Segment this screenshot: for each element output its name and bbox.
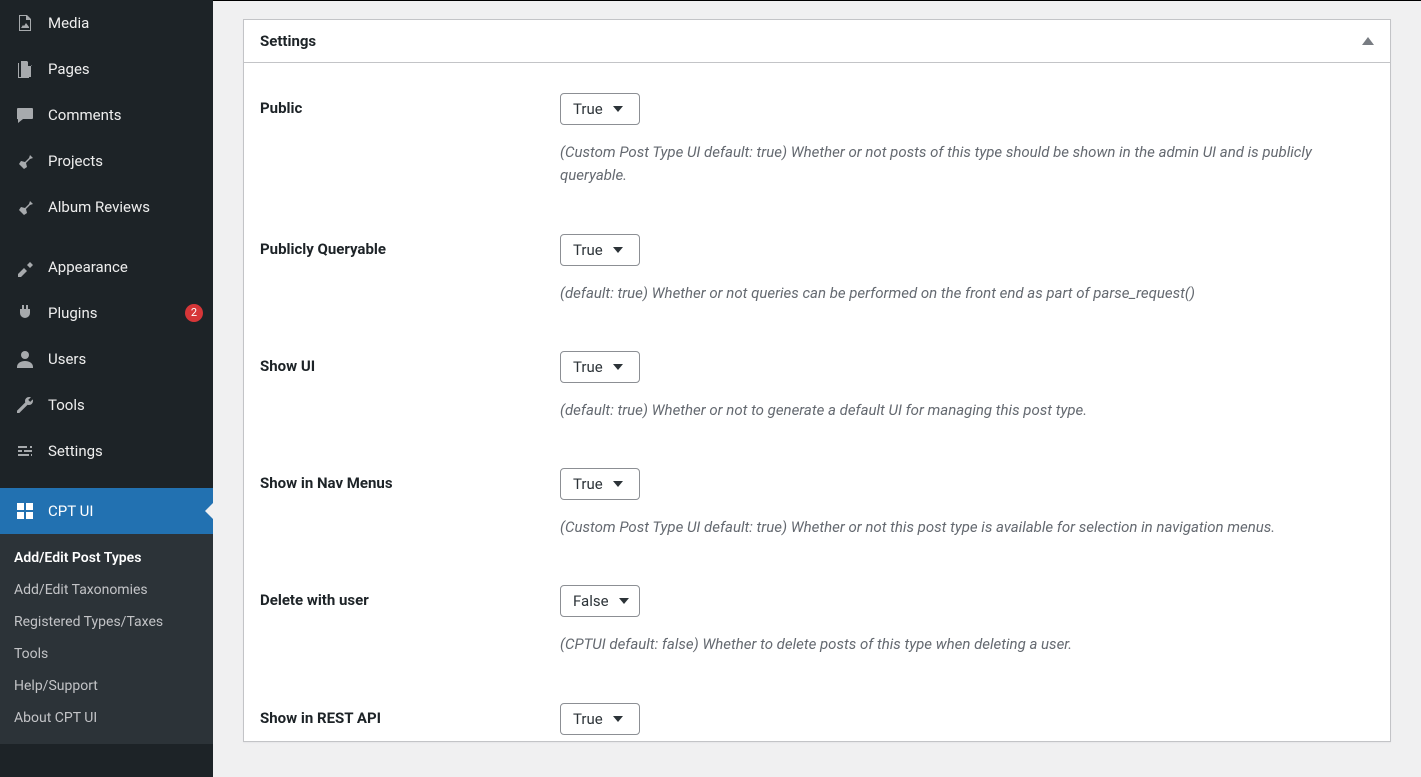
- select-value: True: [573, 241, 603, 259]
- submenu-help-support[interactable]: Help/Support: [0, 670, 213, 702]
- sidebar-item-label: Projects: [48, 152, 203, 170]
- field-control-show-in-rest-api: True: [560, 703, 1374, 735]
- chevron-down-icon: [613, 481, 623, 487]
- field-description-show-ui: (default: true) Whether or not to genera…: [560, 399, 1374, 422]
- field-label-show-in-nav-menus: Show in Nav Menus: [260, 468, 560, 492]
- field-label-show-ui: Show UI: [260, 351, 560, 375]
- settings-panel-title: Settings: [260, 32, 316, 50]
- plugins-update-badge: 2: [185, 304, 203, 322]
- media-icon: [14, 12, 36, 34]
- field-description-public: (Custom Post Type UI default: true) Whet…: [560, 141, 1374, 188]
- sidebar-item-label: CPT UI: [48, 502, 203, 520]
- field-description-show-in-nav-menus: (Custom Post Type UI default: true) Whet…: [560, 516, 1374, 539]
- sidebar-item-label: Plugins: [48, 304, 169, 322]
- field-control-delete-with-user: False (CPTUI default: false) Whether to …: [560, 585, 1374, 656]
- select-publicly-queryable[interactable]: True: [560, 234, 640, 266]
- plugins-icon: [14, 302, 36, 324]
- pages-icon: [14, 58, 36, 80]
- field-label-public: Public: [260, 93, 560, 117]
- settings-panel: Settings Public True (Custom Post Type U…: [243, 19, 1391, 742]
- field-label-delete-with-user: Delete with user: [260, 585, 560, 609]
- panel-toggle-icon[interactable]: [1362, 37, 1374, 45]
- field-description-publicly-queryable: (default: true) Whether or not queries c…: [560, 282, 1374, 305]
- select-value: False: [573, 592, 609, 610]
- sidebar-item-plugins[interactable]: Plugins 2: [0, 290, 213, 336]
- appearance-icon: [14, 256, 36, 278]
- select-public[interactable]: True: [560, 93, 640, 125]
- comments-icon: [14, 104, 36, 126]
- submenu-registered-types-taxes[interactable]: Registered Types/Taxes: [0, 606, 213, 638]
- settings-panel-header: Settings: [244, 20, 1390, 63]
- sidebar-item-label: Settings: [48, 442, 203, 460]
- select-value: True: [573, 100, 603, 118]
- sidebar-item-appearance[interactable]: Appearance: [0, 244, 213, 290]
- field-label-publicly-queryable: Publicly Queryable: [260, 234, 560, 258]
- sidebar-item-label: Tools: [48, 396, 203, 414]
- field-row-show-in-rest-api: Show in REST API True: [260, 683, 1374, 735]
- sidebar-item-comments[interactable]: Comments: [0, 92, 213, 138]
- select-delete-with-user[interactable]: False: [560, 585, 640, 617]
- sidebar-submenu-cptui: Add/Edit Post Types Add/Edit Taxonomies …: [0, 534, 213, 744]
- sidebar-item-settings[interactable]: Settings: [0, 428, 213, 474]
- sidebar-item-label: Pages: [48, 60, 203, 78]
- sidebar-item-media[interactable]: Media: [0, 0, 213, 46]
- sidebar-item-label: Album Reviews: [48, 198, 203, 216]
- settings-panel-body: Public True (Custom Post Type UI default…: [244, 63, 1390, 741]
- submenu-add-edit-taxonomies[interactable]: Add/Edit Taxonomies: [0, 574, 213, 606]
- field-row-show-ui: Show UI True (default: true) Whether or …: [260, 331, 1374, 448]
- submenu-add-edit-post-types[interactable]: Add/Edit Post Types: [0, 542, 213, 574]
- field-row-publicly-queryable: Publicly Queryable True (default: true) …: [260, 214, 1374, 331]
- submenu-about-cptui[interactable]: About CPT UI: [0, 702, 213, 734]
- tools-icon: [14, 394, 36, 416]
- settings-icon: [14, 440, 36, 462]
- select-value: True: [573, 358, 603, 376]
- main-inner: Settings Public True (Custom Post Type U…: [213, 1, 1421, 760]
- field-label-show-in-rest-api: Show in REST API: [260, 703, 560, 727]
- field-row-show-in-nav-menus: Show in Nav Menus True (Custom Post Type…: [260, 448, 1374, 565]
- pin-icon: [14, 196, 36, 218]
- select-show-ui[interactable]: True: [560, 351, 640, 383]
- submenu-tools[interactable]: Tools: [0, 638, 213, 670]
- field-control-show-in-nav-menus: True (Custom Post Type UI default: true)…: [560, 468, 1374, 539]
- chevron-down-icon: [619, 598, 629, 604]
- chevron-down-icon: [613, 247, 623, 253]
- users-icon: [14, 348, 36, 370]
- sidebar-item-album-reviews[interactable]: Album Reviews: [0, 184, 213, 230]
- sidebar-item-users[interactable]: Users: [0, 336, 213, 382]
- sidebar-item-tools[interactable]: Tools: [0, 382, 213, 428]
- app-root: Media Pages Comments Projects Album Revi: [0, 0, 1421, 777]
- cptui-icon: [14, 500, 36, 522]
- admin-sidebar: Media Pages Comments Projects Album Revi: [0, 0, 213, 777]
- chevron-down-icon: [613, 364, 623, 370]
- sidebar-item-pages[interactable]: Pages: [0, 46, 213, 92]
- field-control-public: True (Custom Post Type UI default: true)…: [560, 93, 1374, 188]
- sidebar-item-label: Comments: [48, 106, 203, 124]
- sidebar-item-label: Appearance: [48, 258, 203, 276]
- field-row-delete-with-user: Delete with user False (CPTUI default: f…: [260, 565, 1374, 682]
- chevron-down-icon: [613, 106, 623, 112]
- chevron-down-icon: [613, 716, 623, 722]
- field-row-public: Public True (Custom Post Type UI default…: [260, 73, 1374, 214]
- sidebar-item-label: Media: [48, 14, 203, 32]
- select-value: True: [573, 710, 603, 728]
- select-show-in-rest-api[interactable]: True: [560, 703, 640, 735]
- select-show-in-nav-menus[interactable]: True: [560, 468, 640, 500]
- sidebar-item-label: Users: [48, 350, 203, 368]
- main-content: Settings Public True (Custom Post Type U…: [213, 0, 1421, 777]
- select-value: True: [573, 475, 603, 493]
- sidebar-item-cptui[interactable]: CPT UI: [0, 488, 213, 534]
- pin-icon: [14, 150, 36, 172]
- sidebar-item-projects[interactable]: Projects: [0, 138, 213, 184]
- field-description-delete-with-user: (CPTUI default: false) Whether to delete…: [560, 633, 1374, 656]
- field-control-publicly-queryable: True (default: true) Whether or not quer…: [560, 234, 1374, 305]
- field-control-show-ui: True (default: true) Whether or not to g…: [560, 351, 1374, 422]
